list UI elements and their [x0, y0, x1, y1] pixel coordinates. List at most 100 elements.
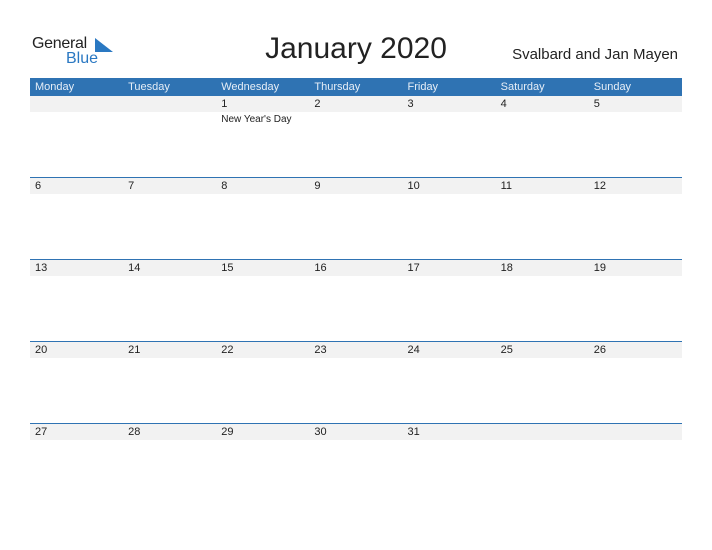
day-cell: 5: [589, 96, 682, 112]
day-number: 8: [221, 180, 228, 192]
day-cell: 12: [589, 178, 682, 194]
day-cell: 13: [30, 260, 123, 276]
events-row: New Year's Day: [30, 112, 682, 125]
week-row: 13 14 15 16 17 18 19: [30, 259, 682, 341]
day-cell: 15: [216, 260, 309, 276]
day-number: 16: [314, 262, 327, 274]
day-number: 13: [35, 262, 48, 274]
week-row: 27 28 29 30 31: [30, 423, 682, 505]
day-number: 3: [407, 98, 414, 110]
holiday-label: [216, 440, 309, 442]
holiday-label: [123, 112, 216, 125]
holiday-label: [496, 440, 589, 442]
holiday-label: [403, 112, 496, 125]
weekday-thursday: Thursday: [314, 81, 361, 93]
holiday-label: [496, 276, 589, 278]
week-row: 20 21 22 23 24 25 26: [30, 341, 682, 423]
day-number: 15: [221, 262, 234, 274]
events-row: [30, 358, 682, 360]
day-cell: 23: [309, 342, 402, 358]
day-cell: 22: [216, 342, 309, 358]
holiday-label: [30, 358, 123, 360]
day-number: 26: [593, 344, 606, 356]
weekday-monday: Monday: [35, 81, 75, 93]
day-cell: 17: [403, 260, 496, 276]
day-cell: [123, 96, 216, 112]
day-cell: 7: [123, 178, 216, 194]
holiday-label: [496, 112, 589, 125]
holiday-label: [309, 112, 402, 125]
day-number: 6: [35, 180, 42, 192]
day-number: 27: [35, 426, 48, 438]
holiday-label: [123, 194, 216, 196]
holiday-label: [30, 440, 123, 442]
holiday-label: [216, 276, 309, 278]
holiday-label: [30, 112, 123, 125]
holiday-label: [30, 276, 123, 278]
weekday-tuesday: Tuesday: [128, 81, 170, 93]
day-cell: 20: [30, 342, 123, 358]
day-cell: [30, 96, 123, 112]
day-cell: 8: [216, 178, 309, 194]
day-cell: [589, 424, 682, 440]
day-cell: 27: [30, 424, 123, 440]
weekday-friday: Friday: [407, 81, 439, 93]
day-number: 23: [314, 344, 327, 356]
weekday-header: Monday Tuesday Wednesday Thursday Friday Satu…: [30, 78, 682, 96]
day-number: 28: [128, 426, 141, 438]
day-number: 21: [128, 344, 141, 356]
day-cell: 28: [123, 424, 216, 440]
holiday-label: [309, 276, 402, 278]
holiday-label: [589, 194, 682, 196]
day-number: 11: [500, 180, 513, 192]
day-cell: 11: [496, 178, 589, 194]
day-number: 30: [314, 426, 327, 438]
day-number: 4: [500, 98, 507, 110]
day-number: 14: [128, 262, 141, 274]
day-number: 20: [35, 344, 48, 356]
holiday-label: [309, 194, 402, 196]
day-cell: 21: [123, 342, 216, 358]
holiday-label: [589, 440, 682, 442]
holiday-label: [403, 440, 496, 442]
events-row: [30, 276, 682, 278]
day-number: 17: [407, 262, 420, 274]
day-number: 10: [407, 180, 420, 192]
day-number: 22: [221, 344, 234, 356]
day-number: 25: [500, 344, 513, 356]
holiday-label: [123, 440, 216, 442]
day-cell: 1: [216, 96, 309, 112]
day-number-strip: 27 28 29 30 31: [30, 424, 682, 440]
week-row: 6 7 8 9 10 11 12: [30, 177, 682, 259]
holiday-label: [496, 358, 589, 360]
day-number-strip: 13 14 15 16 17 18 19: [30, 260, 682, 276]
day-cell: 29: [216, 424, 309, 440]
day-cell: 4: [496, 96, 589, 112]
day-cell: 6: [30, 178, 123, 194]
holiday-label: [216, 358, 309, 360]
holiday-label: [30, 194, 123, 196]
day-number: 31: [407, 426, 420, 438]
holiday-label: New Year's Day: [221, 114, 292, 125]
day-cell: 24: [403, 342, 496, 358]
holiday-label: [403, 194, 496, 196]
day-number: 5: [593, 98, 600, 110]
day-cell: 16: [309, 260, 402, 276]
day-number-strip: 6 7 8 9 10 11 12: [30, 178, 682, 194]
day-cell: 18: [496, 260, 589, 276]
weekday-saturday: Saturday: [500, 81, 545, 93]
events-row: [30, 194, 682, 196]
weeks-container: 1 2 3 4 5 New Year's Day 6 7 8 9 10 11 12 13 14 15 16 17 1…: [30, 96, 682, 505]
day-cell: 10: [403, 178, 496, 194]
holiday-label: [403, 358, 496, 360]
events-row: [30, 440, 682, 442]
week-row: 1 2 3 4 5 New Year's Day: [30, 96, 682, 177]
day-cell: 30: [309, 424, 402, 440]
day-number: 18: [500, 262, 513, 274]
day-cell: 31: [403, 424, 496, 440]
holiday-label: [123, 276, 216, 278]
day-number: 12: [593, 180, 606, 192]
day-number: 2: [314, 98, 321, 110]
holiday-label: [589, 112, 682, 125]
weekday-sunday: Sunday: [593, 81, 632, 93]
